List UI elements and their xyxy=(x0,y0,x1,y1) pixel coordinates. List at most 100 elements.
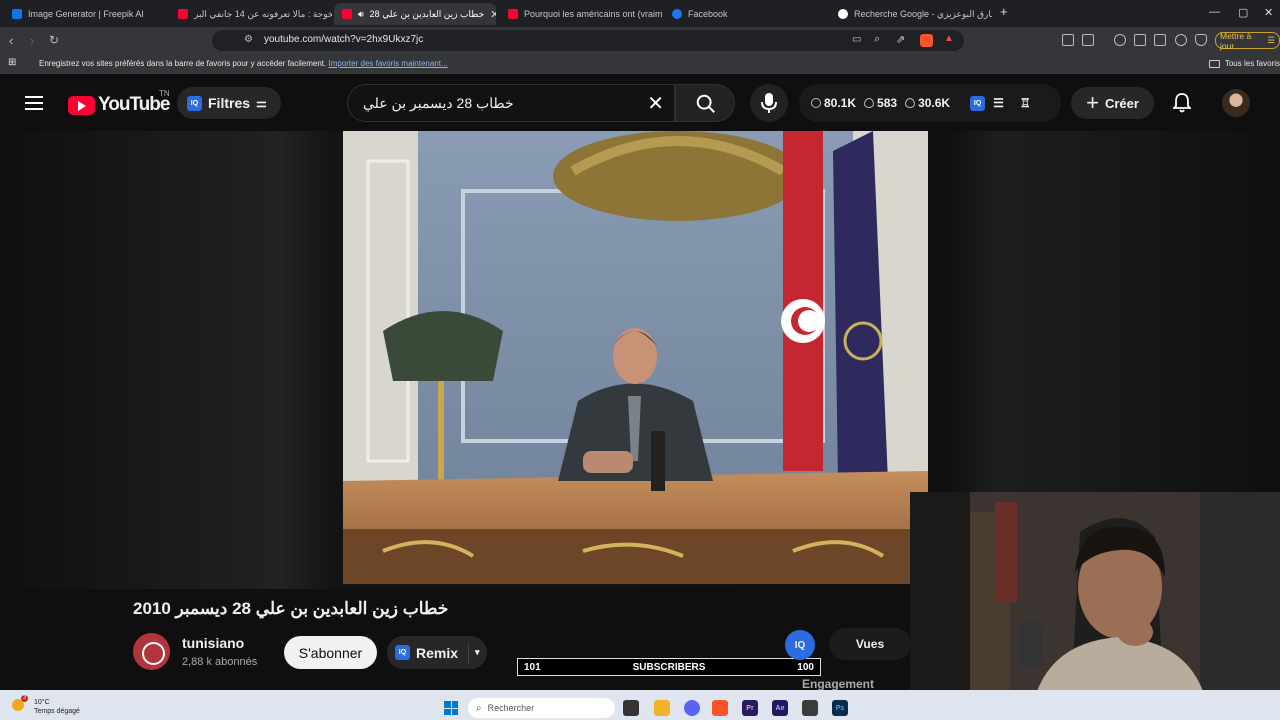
browser-tab-strip: Image Generator | Freepik AI بالخوجة : م… xyxy=(0,0,1280,27)
start-button[interactable] xyxy=(444,701,458,715)
chevron-down-icon[interactable]: ▾ xyxy=(475,647,480,658)
google-favicon-icon xyxy=(838,9,848,19)
weather-desc: Temps dégagé xyxy=(34,708,80,715)
weather-widget[interactable]: 10°C Temps dégagé xyxy=(34,698,80,716)
notifications-bell-icon[interactable] xyxy=(1173,93,1191,113)
plus-icon: + xyxy=(1086,90,1099,115)
webcam-overlay xyxy=(910,492,1280,720)
reload-icon[interactable]: ↻ xyxy=(49,33,59,47)
vidiq-badge-icon[interactable]: IQ xyxy=(785,630,815,660)
speaker-icon[interactable]: 🔊︎ xyxy=(358,9,364,20)
search-query-text: خطاب 28 ديسمبر بن علي xyxy=(363,95,514,111)
weather-badge: 3 xyxy=(21,695,28,702)
channel-name[interactable]: tunisiano xyxy=(182,635,244,651)
search-icon xyxy=(696,94,715,113)
new-tab-button[interactable]: + xyxy=(1000,4,1008,19)
apps-grid-icon[interactable]: ⊞ xyxy=(8,57,16,68)
list-icon[interactable]: ☰ xyxy=(993,96,1004,110)
back-icon[interactable]: ‹ xyxy=(9,33,13,48)
vues-tab[interactable]: Vues xyxy=(829,628,911,660)
browser-tab-active[interactable]: 🔊︎ خطاب زين العابدين بن علي 28 ✕ xyxy=(334,3,496,25)
country-code: TN xyxy=(159,89,170,98)
share-icon[interactable]: ⇗ xyxy=(896,33,905,46)
photoshop-icon[interactable]: Ps xyxy=(832,700,848,716)
vpn-shield-icon[interactable] xyxy=(1195,34,1207,46)
stat-value: 583 xyxy=(877,96,898,110)
youtube-play-icon xyxy=(68,95,95,115)
account-avatar[interactable] xyxy=(1222,89,1250,117)
voice-search-button[interactable] xyxy=(750,84,788,122)
tab-search-icon[interactable] xyxy=(1154,34,1166,46)
minimize-icon[interactable]: — xyxy=(1209,6,1220,18)
vidiq-icon[interactable]: IQ xyxy=(970,95,986,111)
wallet-icon[interactable] xyxy=(1082,34,1094,46)
cast-icon[interactable]: ▭ xyxy=(852,34,861,45)
site-info-icon[interactable]: ⚙ xyxy=(244,34,253,45)
windows-taskbar: 3 10°C Temps dégagé ⌕ Rechercher Pr Ae P… xyxy=(0,690,1280,720)
search-icon: ⌕ xyxy=(476,702,482,714)
brave-shields-icon[interactable] xyxy=(920,34,933,47)
channel-avatar[interactable] xyxy=(133,633,170,670)
remix-button[interactable]: IQ Remix ▾ xyxy=(387,636,487,669)
address-bar[interactable]: ⚙ youtube.com/watch?v=2hx9Ukxz7jc ▭ ⌕ ⇗ … xyxy=(212,30,964,51)
brave-rewards-icon[interactable]: ▲ xyxy=(944,33,954,44)
filters-button[interactable]: IQ Filtres ⚌ xyxy=(177,87,281,119)
all-favorites-label: Tous les favoris xyxy=(1224,59,1280,68)
counter-right-value: 100 xyxy=(797,661,814,673)
tab-title: Facebook xyxy=(688,9,728,19)
iq-icon: IQ xyxy=(395,645,410,660)
close-tab-icon[interactable]: ✕ xyxy=(490,8,496,21)
file-explorer-icon[interactable] xyxy=(654,700,670,716)
trophy-icon[interactable]: ♖ xyxy=(1020,96,1031,110)
sliders-icon: ⚌ xyxy=(256,96,267,110)
video-frame xyxy=(343,131,928,584)
maximize-icon[interactable]: ▢ xyxy=(1238,6,1248,19)
search-button[interactable] xyxy=(675,84,735,122)
stat-value: 80.1K xyxy=(824,96,857,110)
task-view-icon[interactable] xyxy=(623,700,639,716)
ai-icon[interactable] xyxy=(1175,34,1187,46)
browser-tab-youtube-3[interactable]: Pourquoi les américains ont (vraimen xyxy=(500,3,662,25)
music-icon[interactable] xyxy=(1114,34,1126,46)
video-player[interactable] xyxy=(343,131,928,584)
create-label: Créer xyxy=(1104,95,1139,111)
create-button[interactable]: + Créer xyxy=(1071,87,1154,119)
premiere-pro-icon[interactable]: Pr xyxy=(742,700,758,716)
extensions-icon[interactable] xyxy=(1062,34,1074,46)
browser-tab-google[interactable]: Recherche Google - طارق البوعزيزي xyxy=(830,3,992,25)
bookmarks-message: Enregistrez vos sites préférés dans la b… xyxy=(39,59,448,68)
youtube-favicon-icon xyxy=(508,9,518,19)
eye-icon xyxy=(905,98,916,108)
browser-tab-freepik[interactable]: Image Generator | Freepik AI xyxy=(4,3,168,25)
tab-title: بالخوجة : مالا تعرفونه عن 14 جانفي البر xyxy=(194,8,332,19)
taskbar-search[interactable]: ⌕ Rechercher xyxy=(468,698,615,718)
import-bookmarks-link[interactable]: Importer des favoris maintenant... xyxy=(328,59,447,68)
vidiq-stats-bar[interactable]: 80.1K 583 30.6K IQ ☰ ♖ xyxy=(799,84,1061,122)
guide-menu-icon[interactable] xyxy=(25,96,43,114)
all-favorites-button[interactable]: Tous les favoris xyxy=(1208,59,1280,68)
youtube-favicon-icon xyxy=(342,9,352,19)
browser-tab-facebook[interactable]: Facebook xyxy=(664,3,828,25)
sidebar-icon[interactable] xyxy=(1134,34,1146,46)
tab-title: Pourquoi les américains ont (vraimen xyxy=(524,9,662,19)
brave-icon[interactable] xyxy=(712,700,728,716)
freepik-favicon-icon xyxy=(12,9,22,19)
facebook-favicon-icon xyxy=(672,9,682,19)
filters-label: Filtres xyxy=(208,95,251,111)
update-browser-button[interactable]: Mettre à jour ☰ xyxy=(1215,31,1280,51)
app-icon[interactable] xyxy=(802,700,818,716)
close-window-icon[interactable]: ✕ xyxy=(1264,6,1273,19)
taskbar-search-placeholder: Rechercher xyxy=(487,703,535,713)
counter-left-value: 101 xyxy=(524,661,541,673)
zoom-icon[interactable]: ⌕ xyxy=(874,33,880,46)
browser-tab-youtube-1[interactable]: بالخوجة : مالا تعرفونه عن 14 جانفي البر xyxy=(170,3,332,25)
youtube-masthead: YouTube TN IQ Filtres ⚌ خطاب 28 ديسمبر ب… xyxy=(0,76,1280,131)
clear-search-icon[interactable]: ✕ xyxy=(647,91,664,116)
forward-icon[interactable]: › xyxy=(30,33,34,48)
discord-icon[interactable] xyxy=(684,700,700,716)
search-input[interactable]: خطاب 28 ديسمبر بن علي ✕ xyxy=(347,84,675,122)
subscribe-button[interactable]: S'abonner xyxy=(284,636,377,669)
after-effects-icon[interactable]: Ae xyxy=(772,700,788,716)
remix-label: Remix xyxy=(416,644,459,661)
youtube-logo[interactable]: YouTube xyxy=(68,94,170,116)
